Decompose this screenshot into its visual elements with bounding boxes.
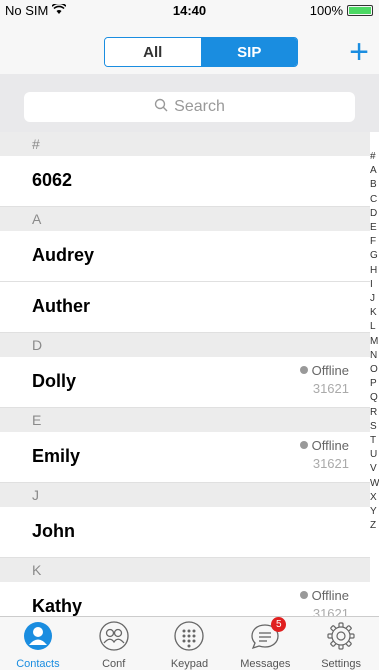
index-letter[interactable]: Y bbox=[370, 505, 379, 519]
tab-keypad[interactable]: Keypad bbox=[152, 617, 228, 670]
contact-row[interactable]: Auther bbox=[0, 282, 370, 333]
contact-row[interactable]: Dolly Offline 31621 bbox=[0, 357, 370, 408]
contacts-icon bbox=[23, 621, 53, 656]
contact-row[interactable]: John bbox=[0, 507, 370, 558]
index-letter[interactable]: Q bbox=[370, 391, 379, 405]
conference-icon bbox=[99, 621, 129, 656]
index-letter[interactable]: E bbox=[370, 221, 379, 235]
presence-label: Offline bbox=[311, 438, 349, 453]
index-letter[interactable]: V bbox=[370, 462, 379, 476]
index-letter[interactable]: N bbox=[370, 349, 379, 363]
tab-label: Conf bbox=[102, 658, 126, 670]
tab-label: Messages bbox=[240, 658, 291, 670]
index-letter[interactable]: F bbox=[370, 235, 379, 249]
search-icon bbox=[154, 98, 168, 117]
index-letter[interactable]: P bbox=[370, 377, 379, 391]
contact-name: 6062 bbox=[32, 170, 73, 190]
settings-icon bbox=[326, 621, 356, 656]
index-letter[interactable]: U bbox=[370, 448, 379, 462]
presence-status: Offline bbox=[299, 438, 349, 453]
index-letter[interactable]: W bbox=[370, 477, 379, 491]
index-letter[interactable]: O bbox=[370, 363, 379, 377]
presence-label: Offline bbox=[311, 363, 349, 378]
index-letter[interactable]: G bbox=[370, 249, 379, 263]
search-placeholder: Search bbox=[174, 98, 225, 115]
battery-icon bbox=[347, 5, 373, 16]
contact-name: Audrey bbox=[32, 245, 95, 265]
section-header: D bbox=[0, 333, 370, 357]
add-contact-button[interactable]: + bbox=[349, 35, 369, 69]
keypad-icon bbox=[174, 621, 205, 656]
contact-name: John bbox=[32, 521, 75, 541]
presence-dot-icon bbox=[299, 441, 308, 449]
section-header: E bbox=[0, 408, 370, 432]
index-letter[interactable]: M bbox=[370, 335, 379, 349]
index-letter[interactable]: J bbox=[370, 292, 379, 306]
contact-name: Auther bbox=[32, 296, 90, 316]
index-letter[interactable]: L bbox=[370, 320, 379, 334]
contact-extension: 31621 bbox=[312, 381, 349, 396]
index-letter[interactable]: H bbox=[370, 264, 379, 278]
index-letter[interactable]: K bbox=[370, 306, 379, 320]
alphabet-index[interactable]: # A B C D E F G H I J K L M N O P Q R S T U V W X Y Z bbox=[370, 150, 379, 533]
contact-name: Emily bbox=[32, 446, 81, 466]
index-letter[interactable]: R bbox=[370, 406, 379, 420]
index-letter[interactable]: X bbox=[370, 491, 379, 505]
segment-sip[interactable]: SIP bbox=[201, 38, 297, 66]
index-letter[interactable]: C bbox=[370, 193, 379, 207]
presence-status: Offline bbox=[299, 363, 349, 378]
status-bar: No SIM 14:40 100% bbox=[0, 0, 379, 22]
tab-settings[interactable]: Settings bbox=[303, 617, 379, 670]
tab-messages[interactable]: 5 Messages bbox=[227, 617, 303, 670]
section-header: K bbox=[0, 558, 370, 582]
unread-badge: 5 bbox=[271, 617, 287, 632]
battery-indicator: 100% bbox=[310, 3, 373, 18]
presence-dot-icon bbox=[299, 366, 308, 374]
battery-fill bbox=[349, 7, 371, 14]
contact-row[interactable]: 6062 bbox=[0, 156, 370, 207]
index-letter[interactable]: D bbox=[370, 207, 379, 221]
index-letter[interactable]: # bbox=[370, 150, 379, 164]
index-letter[interactable]: T bbox=[370, 434, 379, 448]
index-letter[interactable]: I bbox=[370, 278, 379, 292]
contact-row[interactable]: Emily Offline 31621 bbox=[0, 432, 370, 483]
presence-dot-icon bbox=[299, 591, 308, 599]
tab-contacts[interactable]: Contacts bbox=[0, 617, 76, 670]
tab-label: Keypad bbox=[170, 658, 209, 670]
contact-name: Kathy bbox=[32, 596, 83, 616]
presence-status: Offline bbox=[299, 588, 349, 603]
search-bar: Search bbox=[0, 74, 379, 132]
section-header: J bbox=[0, 483, 370, 507]
nav-bar: All SIP + bbox=[0, 22, 379, 74]
contact-extension: 31621 bbox=[312, 456, 349, 471]
section-header: A bbox=[0, 207, 370, 231]
index-letter[interactable]: B bbox=[370, 178, 379, 192]
contact-filter-segment: All SIP bbox=[104, 37, 298, 67]
index-letter[interactable]: S bbox=[370, 420, 379, 434]
presence-label: Offline bbox=[311, 588, 349, 603]
battery-percent: 100% bbox=[309, 3, 343, 18]
contact-row[interactable]: Audrey bbox=[0, 231, 370, 282]
contact-name: Dolly bbox=[32, 371, 77, 391]
section-header: # bbox=[0, 132, 370, 156]
tab-label: Settings bbox=[321, 658, 361, 670]
index-letter[interactable]: Z bbox=[370, 519, 379, 533]
segment-all[interactable]: All bbox=[105, 38, 202, 66]
tab-bar: Contacts Conf Keypad 5 Messages Settings bbox=[0, 616, 379, 670]
search-input[interactable]: Search bbox=[24, 92, 355, 122]
index-letter[interactable]: A bbox=[370, 164, 379, 178]
tab-conf[interactable]: Conf bbox=[76, 617, 152, 670]
contact-list: #6062 A Audrey Auther D Dolly Offline 31621 E Emi… bbox=[0, 132, 370, 642]
tab-label: Contacts bbox=[16, 658, 60, 670]
